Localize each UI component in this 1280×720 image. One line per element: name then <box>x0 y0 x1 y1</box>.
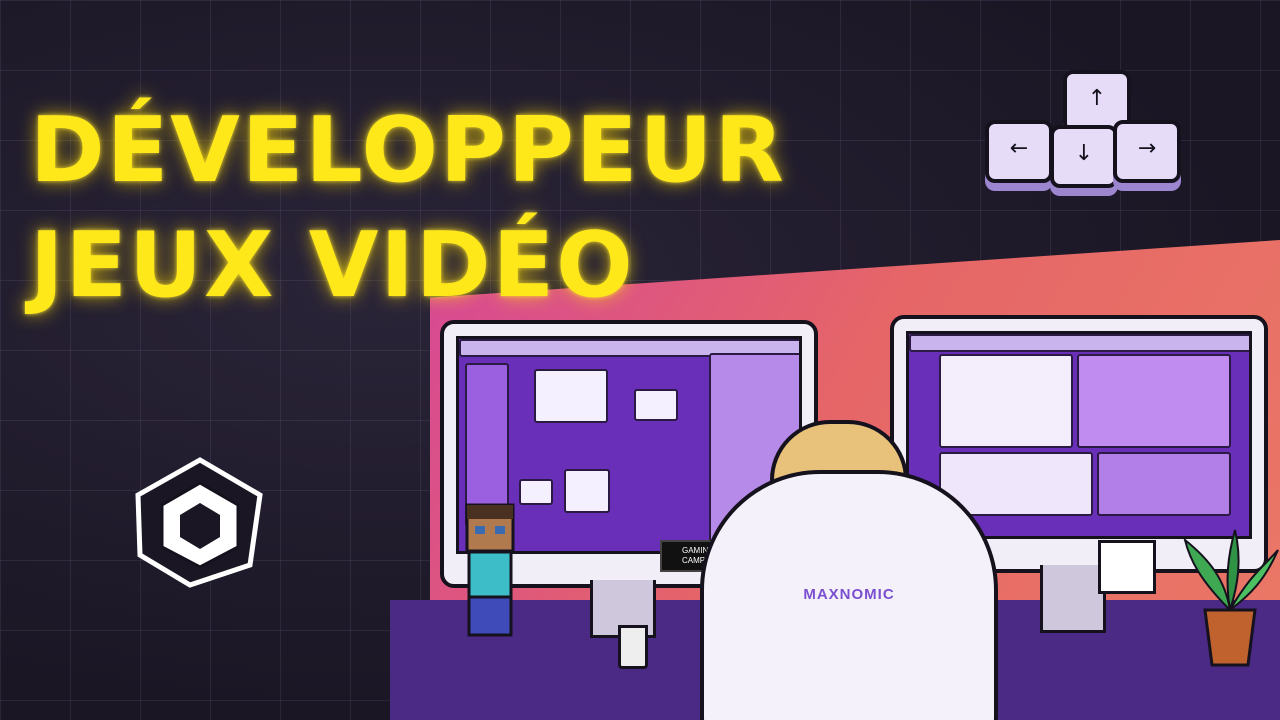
minecraft-figure-icon <box>455 500 535 640</box>
arrow-keys-illustration: ↑ ← ↓ → <box>975 65 1185 190</box>
right-monitor-stand <box>1040 565 1106 633</box>
app-panel <box>1097 452 1231 516</box>
app-panel <box>1077 354 1231 448</box>
editor-preview <box>634 389 678 421</box>
gaming-chair: MAXNOMIC <box>700 470 998 720</box>
plant-icon <box>1180 520 1280 670</box>
sticky-note <box>1098 540 1156 594</box>
coffee-cup <box>618 625 648 669</box>
editor-node <box>564 469 610 513</box>
editor-window <box>534 369 608 423</box>
chair-brand: MAXNOMIC <box>803 586 895 603</box>
app-toolbar <box>909 334 1249 352</box>
arrow-left-icon: ← <box>985 120 1053 183</box>
thumbnail-stage: DÉVELOPPEUR JEUX VIDÉO ↑ ← ↓ → GAMING CA… <box>0 0 1280 720</box>
unity-logo-icon <box>130 455 270 590</box>
title-line-2: JEUX VIDÉO <box>30 213 635 318</box>
app-panel <box>939 354 1073 448</box>
arrow-down-icon: ↓ <box>1050 125 1118 188</box>
title-line-1: DÉVELOPPEUR <box>30 98 786 203</box>
arrow-right-icon: → <box>1113 120 1181 183</box>
